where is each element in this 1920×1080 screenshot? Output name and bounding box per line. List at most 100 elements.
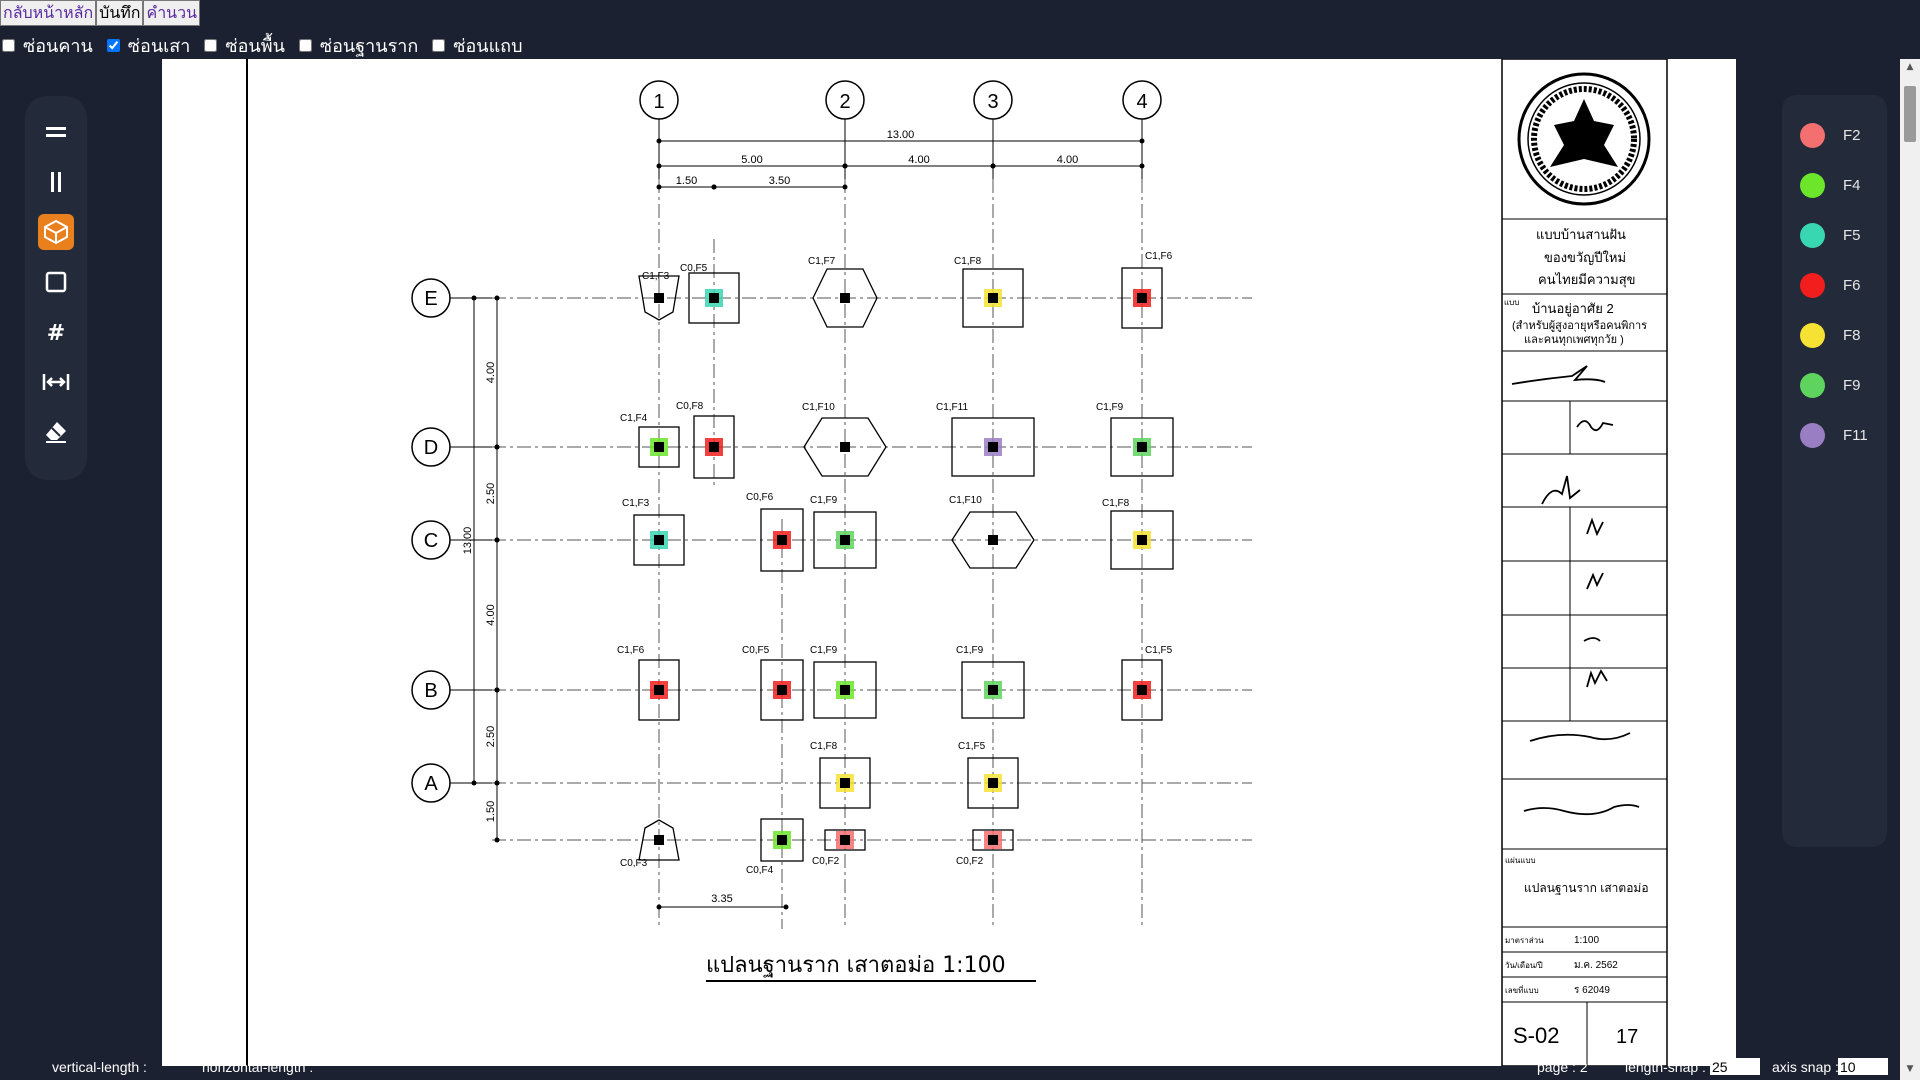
hide-column-checkbox[interactable] — [106, 39, 120, 52]
column-marker — [777, 535, 787, 545]
length-snap-input[interactable] — [1710, 1058, 1760, 1075]
scroll-down-icon[interactable]: ▼ — [1904, 1064, 1916, 1074]
type-label: แบบ — [1504, 298, 1519, 307]
scale-value: 1:100 — [1574, 935, 1599, 946]
scrollbar-thumb[interactable] — [1904, 86, 1916, 142]
footing-label: C1,F3 — [622, 498, 650, 509]
filter-hide-slab[interactable]: ซ่อนพื้น — [202, 31, 285, 60]
grid-label-col: 1 — [653, 91, 664, 113]
footing-label: C1,F3 — [642, 271, 670, 282]
column-marker — [988, 685, 998, 695]
grid-label-row: E — [424, 288, 437, 310]
legend-item[interactable]: F6 — [1800, 273, 1861, 298]
filter-hide-beam[interactable]: ซ่อนคาน — [0, 31, 93, 60]
footing-label: C1,F8 — [810, 741, 838, 752]
footing-label: C1,F10 — [949, 495, 982, 506]
dimension-text: 4.00 — [1057, 154, 1078, 166]
dimension-tick — [494, 837, 500, 843]
legend-color-dot — [1800, 273, 1825, 298]
footing-label: C1,F6 — [617, 645, 645, 656]
grid-label-col: 2 — [839, 91, 850, 113]
eraser-icon — [46, 422, 66, 443]
dimension-tick — [1139, 138, 1145, 144]
square-tool-button[interactable] — [38, 264, 74, 300]
legend-item[interactable]: F5 — [1800, 223, 1861, 248]
legend-color-dot — [1800, 423, 1825, 448]
filter-hide-strip[interactable]: ซ่อนแถบ — [430, 31, 523, 60]
footing-label: C1,F11 — [936, 402, 968, 413]
column-marker — [1137, 685, 1147, 695]
footing-label: C1,F10 — [802, 402, 835, 413]
legend-color-dot — [1800, 223, 1825, 248]
dimension-text: 3.50 — [769, 175, 790, 187]
dimension-tick — [842, 184, 848, 190]
calculate-button[interactable]: คำนวน — [143, 0, 201, 26]
footing-label: C1,F9 — [1096, 402, 1124, 413]
column-marker — [988, 293, 998, 303]
save-button[interactable]: บันทึก — [96, 0, 144, 26]
back-home-button[interactable]: กลับหน้าหลัก — [0, 0, 97, 26]
column-marker — [988, 442, 998, 452]
dimension-text: 13.00 — [462, 527, 474, 555]
project-line-2: ของขวัญปีใหม่ — [1544, 250, 1626, 265]
footing-label: C0,F4 — [746, 865, 774, 876]
drawing-canvas[interactable]: 1 2 3 4 E D C B A 13.00 5.00 4.00 4.00 1.50 3.50 4.00 2… — [162, 59, 1736, 1066]
legend-color-dot — [1800, 173, 1825, 198]
status-bar: vertical-length : horizontal-length : pa… — [0, 1056, 1900, 1080]
scroll-up-icon[interactable]: ▲ — [1904, 62, 1916, 72]
column-marker — [840, 293, 850, 303]
dimension-tick — [494, 537, 500, 543]
dimension-text: 2.50 — [485, 726, 497, 747]
filter-hide-footing[interactable]: ซ่อนฐานราก — [297, 31, 418, 60]
date-label: วัน/เดือน/ปี — [1505, 961, 1543, 970]
footing-label: C0,F3 — [620, 858, 648, 869]
dimension-tool-button[interactable] — [38, 364, 74, 400]
hash-tool-button[interactable]: # — [38, 314, 74, 350]
footing-label: C1,F8 — [1102, 498, 1130, 509]
vertical-lines-icon — [51, 172, 61, 192]
hide-footing-checkbox[interactable] — [298, 39, 312, 52]
hide-beam-checkbox[interactable] — [2, 39, 15, 52]
visibility-filters: ซ่อนคาน ซ่อนเสา ซ่อนพื้น ซ่อนฐานราก ซ่อน… — [0, 31, 535, 60]
dimension-text: 1.50 — [676, 175, 697, 187]
top-bar: กลับหน้าหลัก บันทึก คำนวน ซ่อนคาน ซ่อนเส… — [0, 0, 1900, 58]
dimension-text: 4.00 — [485, 362, 497, 383]
axis-snap-input[interactable] — [1838, 1058, 1888, 1075]
dimension-text: 3.35 — [711, 893, 732, 905]
filter-hide-column[interactable]: ซ่อนเสา — [105, 31, 190, 60]
length-snap-label: length-snap : — [1625, 1059, 1706, 1075]
dimension-text: 5.00 — [741, 154, 762, 166]
footing-label: C1,F5 — [1145, 645, 1173, 656]
svg-text:#: # — [47, 321, 65, 345]
sheet-title: แปลนฐานราก เสาตอม่อ — [1524, 881, 1649, 895]
project-line-3: คนไทยมีความสุข — [1538, 272, 1636, 288]
dimension-tick — [494, 687, 500, 693]
vertical-lines-tool-button[interactable] — [38, 164, 74, 200]
footing-label: C1,F9 — [810, 645, 838, 656]
footing-label: C0,F5 — [742, 645, 770, 656]
footing-label: C1,F6 — [1145, 251, 1173, 262]
top-button-group: กลับหน้าหลัก บันทึก คำนวน — [0, 0, 201, 26]
dimension-tick — [494, 780, 500, 786]
cube-tool-button[interactable] — [38, 214, 74, 250]
legend-item[interactable]: F8 — [1800, 323, 1861, 348]
date-value: ม.ค. 2562 — [1574, 960, 1618, 971]
dimension-tick — [711, 184, 717, 190]
hide-slab-checkbox[interactable] — [204, 39, 218, 52]
eraser-tool-button[interactable] — [38, 414, 74, 450]
legend-label: F2 — [1843, 127, 1861, 144]
legend-item[interactable]: F4 — [1800, 173, 1861, 198]
column-marker — [654, 685, 664, 695]
number-value: ร 62049 — [1574, 985, 1610, 996]
footing-label: C0,F2 — [812, 856, 840, 867]
legend-item[interactable]: F2 — [1800, 123, 1861, 148]
dimension-tick — [656, 138, 662, 144]
horizontal-lines-tool-button[interactable] — [38, 114, 74, 150]
legend-label: F4 — [1843, 177, 1861, 194]
project-line-1: แบบบ้านสานฝัน — [1536, 227, 1626, 242]
hide-strip-checkbox[interactable] — [432, 39, 446, 52]
vertical-scrollbar[interactable] — [1900, 59, 1920, 1080]
legend-item[interactable]: F9 — [1800, 373, 1861, 398]
column-marker — [1137, 442, 1147, 452]
legend-item[interactable]: F11 — [1800, 423, 1868, 448]
